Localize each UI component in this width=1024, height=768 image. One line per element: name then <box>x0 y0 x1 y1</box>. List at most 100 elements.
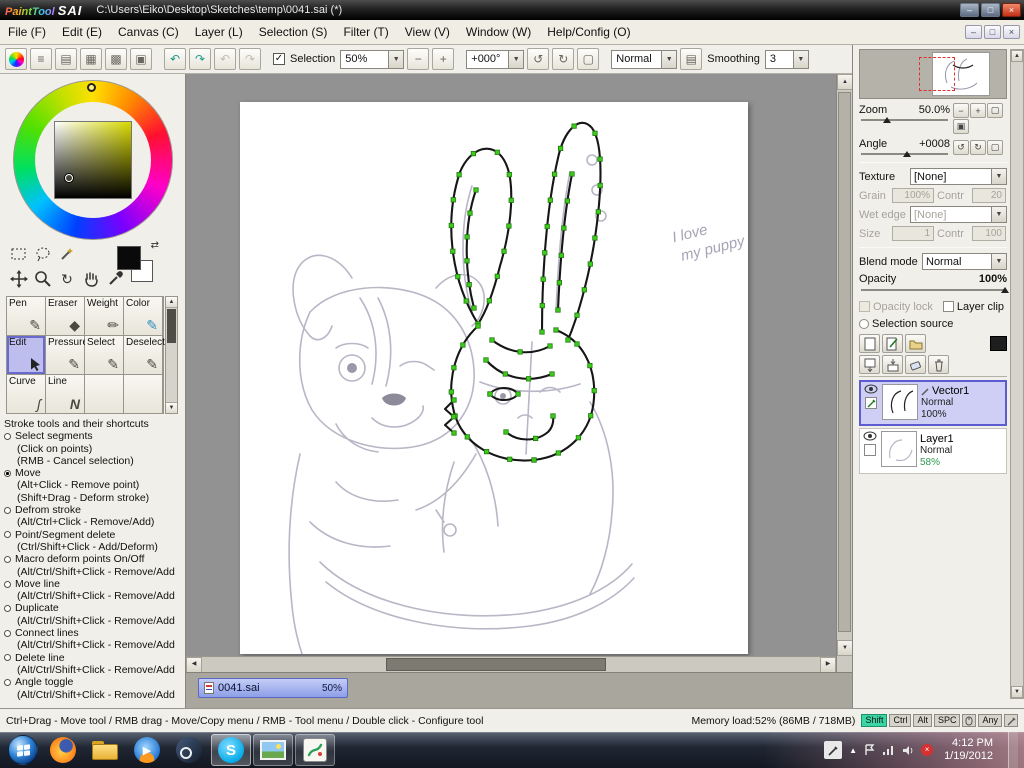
menu-edit[interactable]: Edit (E) <box>54 21 110 43</box>
opacity-lock-option[interactable]: Opacity lock <box>859 301 933 313</box>
tool-pressure[interactable]: Pressure✎ <box>46 336 84 374</box>
zoom-out-button[interactable]: − <box>407 48 429 70</box>
stroke-option-point-segment-delete[interactable]: Point/Segment delete (Ctrl/Shift+Click -… <box>4 529 182 554</box>
radio-icon[interactable] <box>4 630 11 637</box>
radio-icon[interactable] <box>4 605 11 612</box>
transfer-down-button[interactable] <box>859 355 880 374</box>
scroll-down-icon[interactable]: ▼ <box>1011 686 1023 698</box>
panel-toggle-3-button[interactable]: ▦ <box>80 48 102 70</box>
zoom-combo[interactable]: 50% ▼ <box>340 50 404 69</box>
wet-edge-select[interactable]: [None] ▼ <box>910 206 1007 223</box>
rect-select-tool[interactable] <box>8 243 30 265</box>
smoothing-arrow-icon[interactable]: ▼ <box>793 51 808 68</box>
scroll-up-icon[interactable]: ▲ <box>166 297 177 308</box>
layer-thumbnail[interactable] <box>882 384 918 420</box>
canvas-sheet[interactable]: I love my puppy <box>240 102 748 654</box>
texture-arrow-icon[interactable]: ▼ <box>991 169 1006 184</box>
hand-tool[interactable] <box>80 268 102 290</box>
panel-toggle-2-button[interactable]: ▤ <box>55 48 77 70</box>
stroke-option-select-segments[interactable]: Select segments (Click on points) (RMB -… <box>4 430 182 467</box>
history-forward-button[interactable]: ↷ <box>239 48 261 70</box>
scroll-down-icon[interactable]: ▼ <box>837 640 853 656</box>
layer-mask-chip[interactable] <box>990 336 1007 351</box>
taskbar-button-photo-viewer[interactable] <box>253 734 293 766</box>
canvas-vertical-scrollbar[interactable]: ▲ ▼ <box>836 74 852 656</box>
radio-icon[interactable] <box>4 654 11 661</box>
tool-weight[interactable]: Weight✏ <box>85 297 123 335</box>
nav-zoom-out-button[interactable]: − <box>953 103 969 118</box>
angle-slider[interactable] <box>859 150 950 158</box>
wet-edge-arrow-icon[interactable]: ▼ <box>991 207 1006 222</box>
stroke-option-duplicate[interactable]: Duplicate (Alt/Ctrl/Shift+Click - Remove… <box>4 602 182 627</box>
paint-mode-arrow-icon[interactable]: ▼ <box>661 51 676 68</box>
menu-selection[interactable]: Selection (S) <box>251 21 336 43</box>
taskbar-button-skype[interactable]: S <box>211 734 251 766</box>
taskbar-button-media-player[interactable]: ▶ <box>127 734 167 766</box>
paint-mode-combo[interactable]: Normal ▼ <box>611 50 677 69</box>
redo-button[interactable]: ↷ <box>189 48 211 70</box>
start-button[interactable] <box>8 735 38 765</box>
reset-view-button[interactable]: ▢ <box>577 48 599 70</box>
mode-extra-button[interactable]: ▤ <box>680 48 702 70</box>
grain-value-box[interactable]: 100% <box>892 188 934 203</box>
horizontal-scroll-thumb[interactable] <box>386 658 606 671</box>
new-layer-set-button[interactable] <box>905 334 926 353</box>
taskbar-button-firefox[interactable] <box>43 734 83 766</box>
scroll-up-icon[interactable]: ▲ <box>837 74 853 90</box>
taskbar-clock[interactable]: 4:12 PM 1/19/2012 <box>944 737 993 763</box>
mdi-restore-button[interactable]: □ <box>984 25 1001 39</box>
zoom-combo-arrow-icon[interactable]: ▼ <box>388 51 403 68</box>
merge-down-button[interactable] <box>882 355 903 374</box>
scroll-up-icon[interactable]: ▲ <box>1011 50 1023 62</box>
navigator-preview[interactable] <box>859 49 1007 99</box>
action-center-flag-icon[interactable] <box>864 744 875 756</box>
radio-icon[interactable] <box>4 679 11 686</box>
stroke-option-delete-line[interactable]: Delete line (Alt/Ctrl/Shift+Click - Remo… <box>4 652 182 677</box>
layer-thumbnail[interactable] <box>881 431 917 467</box>
menu-file[interactable]: File (F) <box>0 21 54 43</box>
stroke-option-deform-stroke[interactable]: Defrom stroke (Alt/Ctrl+Click - Remove/A… <box>4 504 182 529</box>
texture-select[interactable]: [None] ▼ <box>910 168 1007 185</box>
color-swatches[interactable]: ⇄ <box>115 244 157 286</box>
layer-clip-option[interactable]: Layer clip <box>943 301 1004 313</box>
opacity-lock-checkbox[interactable] <box>859 301 870 312</box>
menu-view[interactable]: View (V) <box>397 21 458 43</box>
tool-curve[interactable]: Curveʃ <box>7 375 45 413</box>
vector-control-points[interactable] <box>449 124 602 462</box>
edit-target-slot[interactable] <box>864 444 876 456</box>
blend-mode-select[interactable]: Normal ▼ <box>922 253 1007 270</box>
radio-icon[interactable] <box>4 433 11 440</box>
tool-edit[interactable]: Edit <box>7 336 45 374</box>
magic-wand-tool[interactable] <box>56 243 78 265</box>
rotate-canvas-tool[interactable]: ↻ <box>56 268 78 290</box>
lasso-tool[interactable] <box>32 243 54 265</box>
nav-angle-reset-button[interactable]: ▢ <box>987 140 1003 155</box>
scroll-thumb[interactable] <box>167 309 176 343</box>
mdi-close-button[interactable]: × <box>1003 25 1020 39</box>
taskbar-button-explorer[interactable] <box>85 734 125 766</box>
tool-deselect[interactable]: Deselect✎ <box>124 336 162 374</box>
opacity-slider[interactable] <box>859 286 1007 294</box>
selection-checkbox[interactable]: ✓ <box>273 53 285 65</box>
minimize-button[interactable]: – <box>960 3 979 17</box>
layer-clip-checkbox[interactable] <box>943 301 954 312</box>
move-tool[interactable] <box>8 268 30 290</box>
rotate-cw-button[interactable]: ↻ <box>552 48 574 70</box>
panel-toggle-5-button[interactable]: ▣ <box>130 48 152 70</box>
zoom-in-button[interactable]: + <box>432 48 454 70</box>
layer-item-vector1[interactable]: Vector1 Normal 100% <box>859 380 1007 426</box>
radio-icon[interactable] <box>4 531 11 538</box>
tool-select[interactable]: Select✎ <box>85 336 123 374</box>
undo-button[interactable]: ↶ <box>164 48 186 70</box>
stroke-option-connect-lines[interactable]: Connect lines (Alt/Ctrl/Shift+Click - Re… <box>4 627 182 652</box>
zoom-tool[interactable] <box>32 268 54 290</box>
tool-color[interactable]: Color✎ <box>124 297 162 335</box>
vertical-scroll-thumb[interactable] <box>838 92 851 632</box>
tray-expand-icon[interactable]: ▲ <box>849 746 857 755</box>
nav-zoom-in-button[interactable]: + <box>970 103 986 118</box>
size-value-box[interactable]: 1 <box>892 226 934 241</box>
scroll-right-icon[interactable]: ▶ <box>820 657 836 673</box>
volume-icon[interactable] <box>902 745 914 756</box>
tool-pen[interactable]: Pen✎ <box>7 297 45 335</box>
radio-icon[interactable] <box>4 470 11 477</box>
